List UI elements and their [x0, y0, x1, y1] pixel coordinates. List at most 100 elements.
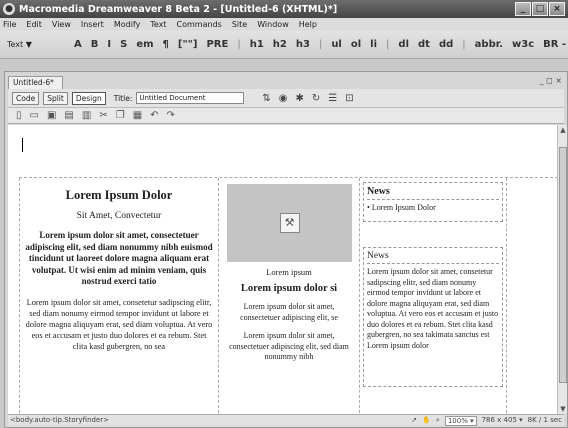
menu-text[interactable]: Text [150, 18, 166, 31]
status-bar: <body.auto-tip.Storyfinder> ➚ ✋ ⌕ 100% ▾… [8, 414, 564, 426]
maximize-button[interactable]: □ [532, 2, 548, 16]
preview-browser-icon[interactable]: ◉ [279, 93, 288, 104]
refresh-icon[interactable]: ↻ [312, 93, 320, 104]
close-button[interactable]: × [549, 2, 565, 16]
bold-button[interactable]: B [91, 39, 99, 50]
ol-button[interactable]: ol [351, 39, 361, 50]
scroll-down-icon[interactable]: ▼ [558, 404, 568, 414]
middle-heading: Lorem ipsum dolor si [240, 283, 338, 294]
sidebar-column[interactable]: News • Lorem Ipsum Dolor News Lorem ipsu… [359, 178, 507, 414]
insert-category-dropdown[interactable]: Text ▼ [7, 40, 32, 49]
new-document-icon[interactable]: ▯ [16, 110, 22, 121]
file-management-icon[interactable]: ⇅ [262, 93, 270, 104]
toolbar-divider: | [237, 39, 241, 50]
dl-button[interactable]: dl [398, 39, 409, 50]
em-button[interactable]: em [136, 39, 153, 50]
window-size-select[interactable]: 786 x 405 ▾ [482, 415, 523, 426]
debug-icon[interactable]: ✱ [295, 93, 303, 104]
visual-aids-icon[interactable]: ⊡ [345, 93, 353, 104]
main-heading: Lorem Ipsum Dolor [65, 188, 173, 202]
undo-icon[interactable]: ↶ [150, 110, 158, 121]
news-link[interactable]: Lorem Ipsum Dolor [372, 203, 436, 212]
main-lead-paragraph: Lorem ipsum dolor sit amet, consectetuer… [25, 230, 213, 286]
acronym-button[interactable]: w3c [512, 39, 534, 50]
window-controls: _ □ × [515, 2, 565, 16]
open-icon[interactable]: ▭ [30, 110, 39, 121]
h3-button[interactable]: h3 [296, 39, 310, 50]
middle-column[interactable]: ⚒ Lorem ipsum Lorem ipsum dolor si Lorem… [218, 178, 359, 414]
redo-icon[interactable]: ↷ [167, 110, 175, 121]
menu-view[interactable]: View [52, 18, 71, 31]
middle-paragraph-2: Lorem ipsum dolor sit amet, consectetuer… [229, 331, 349, 361]
copy-icon[interactable]: ❐ [116, 110, 125, 121]
menu-insert[interactable]: Insert [81, 18, 104, 31]
strong-button[interactable]: S [120, 39, 127, 50]
select-tool-icon[interactable]: ➚ [411, 415, 417, 426]
standard-toolbar: ▯ ▭ ▣ ▤ ▥ ✂ ❐ ▦ ↶ ↷ [8, 108, 564, 124]
split-view-button[interactable]: Split [43, 91, 68, 105]
font-tag-button[interactable]: A [74, 39, 82, 50]
dt-button[interactable]: dt [418, 39, 430, 50]
title-bar: ● Macromedia Dreamweaver 8 Beta 2 - [Unt… [0, 0, 568, 18]
menu-modify[interactable]: Modify [114, 18, 141, 31]
news-box-2: News Lorem ipsum dolor sit amet, consete… [363, 247, 503, 387]
toolbar-divider: | [318, 39, 323, 50]
news-body: Lorem ipsum dolor sit amet, consetetur s… [367, 267, 499, 350]
image-placeholder[interactable]: ⚒ [226, 184, 352, 262]
tag-selector[interactable]: <body.auto-tip.Storyfinder> [10, 415, 109, 426]
news-heading: News [367, 186, 499, 200]
paragraph-button[interactable]: ¶ [163, 39, 169, 50]
menu-help[interactable]: Help [299, 18, 317, 31]
save-icon[interactable]: ▣ [47, 110, 56, 121]
ul-button[interactable]: ul [331, 39, 342, 50]
characters-button[interactable]: BR - [543, 39, 566, 50]
h1-button[interactable]: h1 [250, 39, 264, 50]
news-heading: News [367, 251, 499, 264]
code-view-button[interactable]: Code [12, 91, 40, 105]
italic-button[interactable]: I [107, 39, 111, 50]
document-toolbar: Code Split Design Title: Untitled Docume… [8, 89, 564, 108]
image-caption: Lorem ipsum [266, 267, 312, 277]
cut-icon[interactable]: ✂ [99, 110, 107, 121]
abbr-button[interactable]: abbr. [475, 39, 503, 50]
main-subheading: Sit Amet, Convectetur [76, 211, 162, 221]
zoom-tool-icon[interactable]: ⌕ [436, 415, 440, 426]
menu-file[interactable]: File [3, 18, 16, 31]
text-tools: A B I S em ¶ [""] PRE | h1 h2 h3 | ul ol… [74, 39, 566, 50]
pre-button[interactable]: PRE [206, 39, 228, 50]
download-size: 8K / 1 sec [527, 416, 562, 424]
toolbar-divider: | [386, 39, 390, 50]
document-title-input[interactable]: Untitled Document [136, 92, 245, 104]
news-box-1: News • Lorem Ipsum Dolor [363, 182, 503, 222]
vertical-scrollbar[interactable]: ▲ ▼ [557, 125, 567, 414]
dw-logo-icon: ● [3, 3, 15, 15]
menu-window[interactable]: Window [257, 18, 289, 31]
document-toolbar-icons: ⇅ ◉ ✱ ↻ ☰ ⊡ [262, 93, 353, 104]
view-options-icon[interactable]: ☰ [328, 93, 337, 104]
document-window-controls[interactable]: _ ◻ × [540, 76, 562, 85]
scroll-thumb[interactable] [559, 147, 567, 383]
blockquote-button[interactable]: [""] [178, 39, 198, 50]
dd-button[interactable]: dd [439, 39, 453, 50]
design-canvas[interactable]: Lorem Ipsum Dolor Sit Amet, Convectetur … [8, 125, 557, 414]
h2-button[interactable]: h2 [273, 39, 287, 50]
zoom-select[interactable]: 100% ▾ [444, 415, 477, 426]
status-right: ➚ ✋ ⌕ 100% ▾ 786 x 405 ▾ 8K / 1 sec [411, 415, 562, 426]
toolbar-divider: | [462, 39, 466, 50]
print-icon[interactable]: ▥ [82, 110, 91, 121]
document-tab[interactable]: Untitled-6* [8, 76, 63, 89]
scroll-up-icon[interactable]: ▲ [558, 125, 568, 135]
news-list-item[interactable]: • Lorem Ipsum Dolor [367, 203, 499, 212]
main-column[interactable]: Lorem Ipsum Dolor Sit Amet, Convectetur … [19, 178, 218, 414]
li-button[interactable]: li [370, 39, 377, 50]
paste-icon[interactable]: ▦ [133, 110, 142, 121]
design-view-button[interactable]: Design [71, 91, 106, 105]
menu-commands[interactable]: Commands [177, 18, 222, 31]
window-title: Macromedia Dreamweaver 8 Beta 2 - [Untit… [19, 4, 338, 15]
minimize-button[interactable]: _ [515, 2, 531, 16]
menu-edit[interactable]: Edit [26, 18, 42, 31]
menu-site[interactable]: Site [232, 18, 247, 31]
main-body-paragraph: Lorem ipsum dolor sit amet, consetetur s… [25, 297, 213, 351]
hand-tool-icon[interactable]: ✋ [422, 415, 431, 426]
save-all-icon[interactable]: ▤ [64, 110, 73, 121]
